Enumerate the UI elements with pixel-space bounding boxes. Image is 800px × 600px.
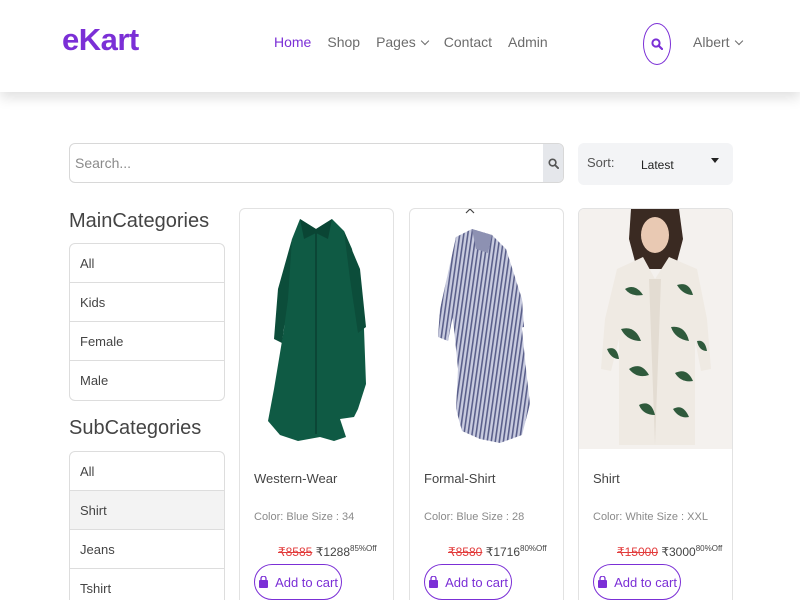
sub-category-item[interactable]: Tshirt: [70, 569, 224, 600]
nav-shop[interactable]: Shop: [327, 34, 360, 50]
sub-category-item[interactable]: Jeans: [70, 530, 224, 569]
add-to-cart-label: Add to cart: [614, 574, 677, 590]
product-search: [69, 143, 564, 183]
product-meta: Color: White Size : XXL: [593, 511, 708, 523]
product-title[interactable]: Formal-Shirt: [424, 471, 496, 486]
old-price: ₹8585: [278, 545, 313, 559]
old-price: ₹8580: [448, 545, 483, 559]
search-icon: [651, 38, 663, 50]
search-submit-button[interactable]: [543, 144, 563, 182]
main-categories-title: MainCategories: [69, 210, 210, 232]
product-price: ₹8585 ₹128885%Off: [278, 544, 377, 559]
product-image: [268, 219, 366, 441]
add-to-cart-button[interactable]: Add to cart: [593, 564, 681, 600]
product-meta: Color: Blue Size : 34: [254, 511, 355, 523]
product-price: ₹15000 ₹300080%Off: [617, 544, 723, 559]
main-category-item[interactable]: Male: [70, 361, 224, 400]
product-image: [579, 209, 732, 449]
header-search-button[interactable]: [643, 23, 671, 65]
add-to-cart-label: Add to cart: [445, 574, 508, 590]
discount-label: 80%Off: [695, 544, 723, 553]
discount-label: 85%Off: [350, 544, 377, 553]
search-icon: [547, 157, 559, 169]
product-card[interactable]: Formal-Shirt Color: Blue Size : 28 ₹8580…: [409, 208, 564, 600]
sub-category-item-selected[interactable]: Shirt: [70, 491, 224, 530]
chevron-down-icon: [420, 36, 430, 45]
nav-home-label: Home: [274, 34, 312, 50]
nav-pages-label: Pages: [376, 34, 416, 50]
product-image: [438, 209, 530, 443]
current-price: ₹3000: [661, 545, 696, 559]
product-card[interactable]: Western-Wear Color: Blue Size : 34 ₹8585…: [239, 208, 394, 600]
product-title[interactable]: Western-Wear: [254, 471, 337, 486]
nav-contact[interactable]: Contact: [444, 34, 492, 50]
current-price: ₹1716: [485, 545, 521, 559]
main-category-item[interactable]: Female: [70, 322, 224, 361]
search-input[interactable]: [70, 144, 544, 182]
sub-categories-title: SubCategories: [69, 417, 202, 439]
product-price: ₹8580 ₹171680%Off: [448, 544, 547, 559]
sub-categories-list: All Shirt Jeans Tshirt: [69, 451, 225, 600]
shopping-bag-icon: [598, 576, 608, 588]
shopping-bag-icon: [429, 576, 439, 588]
chevron-down-icon: [734, 36, 743, 45]
shopping-bag-icon: [259, 576, 269, 588]
nav-pages[interactable]: Pages: [376, 34, 430, 50]
nav-admin[interactable]: Admin: [508, 34, 548, 50]
product-title[interactable]: Shirt: [593, 471, 620, 486]
old-price: ₹15000: [617, 545, 659, 559]
main-category-item[interactable]: All: [70, 244, 224, 283]
main-categories-list: All Kids Female Male: [69, 243, 225, 401]
user-name: Albert: [693, 34, 730, 50]
sort-select[interactable]: Sort: Latest: [578, 143, 733, 185]
nav-contact-label: Contact: [443, 34, 493, 50]
current-price: ₹1288: [315, 545, 351, 559]
sub-category-item[interactable]: All: [70, 452, 224, 491]
nav-home[interactable]: Home: [274, 34, 311, 50]
add-to-cart-label: Add to cart: [275, 574, 338, 590]
caret-down-icon: [711, 158, 719, 163]
main-nav: Home Shop Pages Contact Admin: [274, 34, 564, 50]
main-category-item[interactable]: Kids: [70, 283, 224, 322]
product-card[interactable]: Shirt Color: White Size : XXL ₹15000 ₹30…: [578, 208, 733, 600]
user-menu[interactable]: Albert: [693, 34, 743, 50]
top-navbar: eKart Home Shop Pages Contact Admin Albe…: [0, 0, 800, 92]
sort-label: Sort:: [587, 155, 615, 170]
brand-logo[interactable]: eKart: [62, 22, 139, 58]
product-meta: Color: Blue Size : 28: [424, 511, 525, 523]
discount-label: 80%Off: [520, 544, 547, 553]
add-to-cart-button[interactable]: Add to cart: [424, 564, 512, 600]
nav-shop-label: Shop: [327, 34, 361, 50]
add-to-cart-button[interactable]: Add to cart: [254, 564, 342, 600]
nav-admin-label: Admin: [508, 34, 548, 50]
sort-value: Latest: [641, 158, 674, 172]
